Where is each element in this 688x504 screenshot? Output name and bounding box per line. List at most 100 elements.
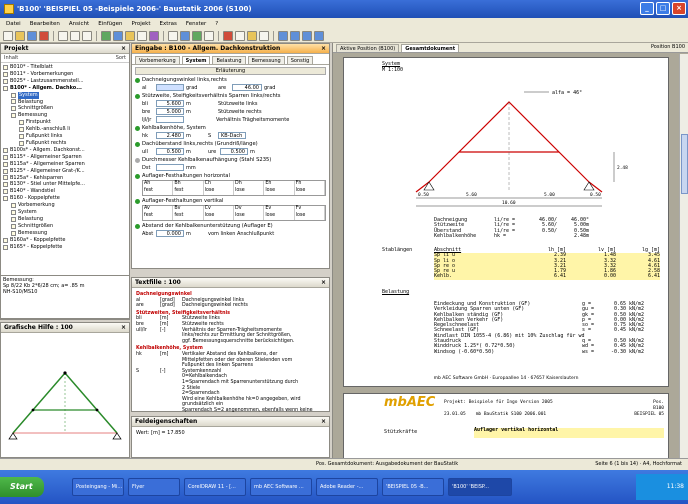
tab-vorbemerkung[interactable]: Vorbemerkung xyxy=(135,56,180,64)
zoom-in-icon[interactable] xyxy=(223,30,233,41)
tree-item[interactable]: System xyxy=(3,209,127,216)
scrollbar-thumb[interactable] xyxy=(681,134,688,194)
tree-item[interactable]: Fußpunkt rechts xyxy=(3,140,127,147)
support-select[interactable]: lose xyxy=(234,213,265,220)
close-button[interactable]: × xyxy=(672,2,686,15)
print-icon[interactable] xyxy=(137,30,147,41)
first-page-icon[interactable] xyxy=(278,30,288,41)
ure-input[interactable]: 0.500 xyxy=(220,148,248,155)
tree-item[interactable]: B160a* - Koppelpfette xyxy=(3,237,127,244)
bre-input[interactable]: 5.000 xyxy=(156,108,184,115)
menu-projekt[interactable]: Projekt xyxy=(132,21,151,27)
support-select[interactable]: fest xyxy=(173,188,204,195)
new-icon[interactable] xyxy=(3,30,13,41)
minimize-button[interactable]: _ xyxy=(640,2,654,15)
preview-icon[interactable] xyxy=(149,30,159,41)
tree-item[interactable]: Belastung xyxy=(3,99,127,106)
menu-help[interactable]: ? xyxy=(215,21,218,27)
tree-item[interactable]: System xyxy=(3,91,127,99)
table-icon[interactable] xyxy=(180,30,190,41)
taskbar-item[interactable]: Flyer xyxy=(128,478,180,496)
menu-ansicht[interactable]: Ansicht xyxy=(69,21,89,27)
tree-item[interactable]: B125* - Allgemeiner Grat-/K... xyxy=(3,168,127,175)
support-select[interactable]: fest xyxy=(173,213,204,220)
folder-icon[interactable] xyxy=(125,30,135,41)
tree-item[interactable]: B165* - Koppelpfette xyxy=(3,244,127,251)
chart-icon[interactable] xyxy=(192,30,202,41)
tab-system[interactable]: System xyxy=(181,56,211,64)
support-select[interactable]: lose xyxy=(264,213,295,220)
next-page-icon[interactable] xyxy=(302,30,312,41)
save-icon[interactable] xyxy=(27,30,37,41)
tab-belastung[interactable]: Belastung xyxy=(212,56,246,64)
tree-item[interactable]: B100* - Allgem. Dachko... xyxy=(3,85,127,92)
taskbar-item[interactable]: Adobe Reader -... xyxy=(316,478,378,496)
support-select[interactable]: lose xyxy=(264,188,295,195)
list-icon[interactable] xyxy=(168,30,178,41)
support-select[interactable]: lose xyxy=(295,213,325,220)
taskbar-item[interactable]: Posteingang - Mi... xyxy=(72,478,124,496)
tree-item[interactable]: B140* - Wandstiel xyxy=(3,188,127,195)
zoom-out-icon[interactable] xyxy=(235,30,245,41)
tree-item[interactable]: Belastung xyxy=(3,216,127,223)
start-button[interactable]: Start xyxy=(0,477,44,497)
close-icon[interactable]: × xyxy=(121,323,126,332)
al-input[interactable] xyxy=(156,84,184,91)
taskbar-item[interactable]: 'BEISPIEL 05 -B... xyxy=(382,478,444,496)
open-icon[interactable] xyxy=(15,30,25,41)
tree-item[interactable]: B011* - Vorbemerkungen xyxy=(3,71,127,78)
hk-input[interactable]: 2.480 xyxy=(156,132,184,139)
tree-item[interactable]: B115* - Allgemeiner Sparren xyxy=(3,154,127,161)
tree-item[interactable]: B130* - Stiel unter Mittelpfe... xyxy=(3,181,127,188)
tree-item[interactable]: Bemessung xyxy=(3,230,127,237)
menu-fenster[interactable]: Fenster xyxy=(186,21,206,27)
dst-input[interactable] xyxy=(156,164,184,171)
ull-input[interactable]: 0.500 xyxy=(156,148,184,155)
tab-gesamtdokument[interactable]: Gesamtdokument xyxy=(401,44,460,52)
support-select[interactable]: fest xyxy=(143,213,174,220)
paste-icon[interactable] xyxy=(82,30,92,41)
tree-item[interactable]: Vorbemerkung xyxy=(3,202,127,209)
menu-einfuegen[interactable]: Einfügen xyxy=(98,21,122,27)
tree-item[interactable]: B125a* - Kehlsparren xyxy=(3,175,127,182)
menu-bearbeiten[interactable]: Bearbeiten xyxy=(30,21,60,27)
support-select[interactable]: lose xyxy=(204,188,234,195)
tree-item[interactable]: B025* - Lastzusammenstell... xyxy=(3,78,127,85)
tab-active-position[interactable]: Aktive Position (B100) xyxy=(336,44,400,52)
close-icon[interactable]: × xyxy=(321,278,326,287)
tab-sonstiges[interactable]: Sonstig xyxy=(286,56,314,64)
tree-item[interactable]: Kehlb.-anschluß li xyxy=(3,126,127,133)
taskbar-item[interactable]: mb AEC Software ... xyxy=(250,478,312,496)
tree-item[interactable]: Schnittgrößen xyxy=(3,105,127,112)
tree-item[interactable]: B010* - Titelblatt xyxy=(3,64,127,71)
ratio-input[interactable] xyxy=(156,116,184,123)
insert-position-icon[interactable] xyxy=(101,30,111,41)
menu-extras[interactable]: Extras xyxy=(159,21,176,27)
are-input[interactable]: 46.00 xyxy=(232,84,262,91)
calculate-icon[interactable] xyxy=(113,30,123,41)
prev-page-icon[interactable] xyxy=(290,30,300,41)
support-select[interactable]: lose xyxy=(204,213,234,220)
maximize-button[interactable]: □ xyxy=(656,2,670,15)
tree-item[interactable]: Firstpunkt xyxy=(3,119,127,126)
delete-icon[interactable] xyxy=(39,30,49,41)
tree-item[interactable]: Schnittgrößen xyxy=(3,223,127,230)
fit-page-icon[interactable] xyxy=(259,30,269,41)
support-select[interactable]: fest xyxy=(143,188,174,195)
settings-icon[interactable] xyxy=(204,30,214,41)
taskbar-item[interactable]: CorelDRAW 11 - [... xyxy=(184,478,246,496)
menu-datei[interactable]: Datei xyxy=(6,21,21,27)
tab-inhalt[interactable]: Inhalt xyxy=(4,55,18,61)
tab-bemessung[interactable]: Bemessung xyxy=(247,56,285,64)
last-page-icon[interactable] xyxy=(314,30,324,41)
tab-sort[interactable]: Sort xyxy=(116,55,126,61)
close-icon[interactable]: × xyxy=(121,44,126,53)
support-select[interactable]: lose xyxy=(295,188,325,195)
explanation-button[interactable]: Erläuterung xyxy=(135,67,326,75)
cut-icon[interactable] xyxy=(58,30,68,41)
abst-input[interactable]: 0.000 xyxy=(156,230,184,237)
close-icon[interactable]: × xyxy=(321,417,326,426)
page-view-icon[interactable] xyxy=(247,30,257,41)
support-select[interactable]: lose xyxy=(234,188,265,195)
close-icon[interactable]: × xyxy=(321,44,326,53)
